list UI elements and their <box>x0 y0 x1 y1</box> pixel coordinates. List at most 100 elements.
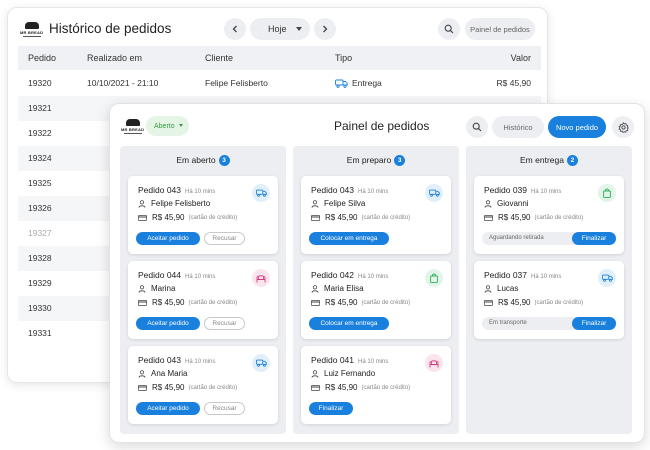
history-button[interactable]: Histórico <box>492 116 544 138</box>
order-price: R$ 45,90 (cartão de crédito) <box>311 213 410 222</box>
next-day-button[interactable] <box>314 18 336 40</box>
row-order: 19320 <box>28 78 52 88</box>
row-order: 19327 <box>28 228 52 238</box>
pickup-type-badge <box>425 269 443 287</box>
send-to-delivery-button[interactable]: Colocar em entrega <box>309 317 389 330</box>
table-row[interactable]: 19320 10/10/2021 - 21:10 Felipe Felisber… <box>18 71 541 96</box>
send-to-delivery-button[interactable]: Colocar em entrega <box>309 232 389 245</box>
row-order: 19329 <box>28 278 52 288</box>
order-card[interactable]: Pedido 043 Há 10 mins Felipe Silva R$ 45,… <box>301 176 451 254</box>
row-date: 10/10/2021 - 21:10 <box>87 78 159 88</box>
row-order: 19321 <box>28 103 52 113</box>
reject-order-button[interactable]: Recusar <box>204 402 245 415</box>
dine-in-icon <box>429 359 439 367</box>
accept-order-button[interactable]: Aceitar pedido <box>136 402 200 415</box>
previous-day-button[interactable] <box>224 18 246 40</box>
order-time: Há 10 mins <box>358 274 389 280</box>
user-icon <box>138 369 146 378</box>
dine-in-type-badge <box>425 354 443 372</box>
dine-in-type-badge <box>252 269 270 287</box>
accept-order-button[interactable]: Aceitar pedido <box>136 317 200 330</box>
col-type: Tipo <box>335 53 353 63</box>
column-title: Em aberto <box>176 155 216 165</box>
order-time: Há 10 mins <box>185 359 216 365</box>
order-time: Há 10 mins <box>531 189 562 195</box>
order-price: R$ 45,90 (cartão de crédito) <box>484 298 583 307</box>
customer-name: Felipe Felisberto <box>138 199 210 208</box>
count-badge: 3 <box>218 155 230 166</box>
finish-order-button[interactable]: Finalizar <box>309 402 353 415</box>
order-number: Pedido 044 Há 10 mins <box>138 270 216 280</box>
order-time: Há 10 mins <box>185 274 216 280</box>
count-badge: 2 <box>566 155 578 166</box>
search-button[interactable] <box>466 116 488 138</box>
order-price: R$ 45,90 (cartão de crédito) <box>484 213 583 222</box>
order-price: R$ 45,90 (cartão de crédito) <box>311 298 410 307</box>
orders-panel-window: MR BREAD Aberto Painel de pedidos Histór… <box>109 103 645 443</box>
page-title: Histórico de pedidos <box>49 21 172 36</box>
reject-order-button[interactable]: Recusar <box>204 317 245 330</box>
customer-name: Giovanni <box>484 199 529 208</box>
order-card[interactable]: Pedido 042 Há 10 mins Maria Elisa R$ 45,9… <box>301 261 451 339</box>
accept-order-button[interactable]: Aceitar pedido <box>136 232 200 245</box>
order-time: Há 10 mins <box>358 359 389 365</box>
settings-button[interactable] <box>612 116 634 138</box>
order-number: Pedido 043 Há 10 mins <box>138 355 216 365</box>
row-order: 19330 <box>28 303 52 313</box>
order-card[interactable]: Pedido 043 Há 10 mins Ana Maria R$ 45,90(… <box>128 346 278 424</box>
caret-down-icon <box>296 27 302 31</box>
row-type: Entrega <box>335 71 382 96</box>
brand-logo: MR BREAD <box>20 22 43 37</box>
delivery-type-badge <box>425 184 443 202</box>
row-order: 19331 <box>28 328 52 338</box>
customer-name: Lucas <box>484 284 518 293</box>
delivery-icon <box>255 359 267 367</box>
delivery-icon <box>255 189 267 197</box>
order-card[interactable]: Pedido 041 Há 10 mins Luiz Fernando R$ 45… <box>301 346 451 424</box>
order-card[interactable]: Pedido 043 Há 10 mins Felipe Felisberto R… <box>128 176 278 254</box>
orders-panel-button[interactable]: Painel de pedidos <box>465 18 535 40</box>
payment-card-icon <box>138 299 147 306</box>
order-card[interactable]: Pedido 044 Há 10 mins Marina R$ 45,90 (car… <box>128 261 278 339</box>
row-value: R$ 45,90 <box>496 78 532 88</box>
caret-down-icon <box>179 124 183 127</box>
pickup-bag-icon <box>603 188 611 198</box>
customer-name: Marina <box>138 284 175 293</box>
search-button[interactable] <box>438 18 460 40</box>
payment-card-icon <box>311 299 320 306</box>
date-filter-select[interactable]: Hoje <box>250 18 310 40</box>
row-client: Felipe Felisberto <box>205 78 268 88</box>
col-date: Realizado em <box>87 53 143 63</box>
order-price: R$ 45,90 (cartão de crédito) <box>138 383 237 392</box>
order-number: Pedido 043 Há 10 mins <box>311 185 389 195</box>
order-number: Pedido 037 Há 10 mins <box>484 270 562 280</box>
row-order: 19324 <box>28 153 52 163</box>
status-filter-select[interactable]: Aberto <box>146 116 189 136</box>
delivery-icon <box>335 79 348 89</box>
order-card[interactable]: Pedido 037 Há 10 mins Lucas R$ 45,90 (cart… <box>474 261 624 339</box>
reject-order-button[interactable]: Recusar <box>204 232 245 245</box>
col-value: Valor <box>510 53 531 63</box>
order-time: Há 10 mins <box>358 189 389 195</box>
table-header: Pedido Realizado em Cliente Tipo Valor <box>18 46 541 70</box>
order-card[interactable]: Pedido 039 Há 10 mins Giovanni R$ 45,90 (c… <box>474 176 624 254</box>
new-order-button[interactable]: Novo pedido <box>548 116 606 138</box>
row-order: 19322 <box>28 128 52 138</box>
order-number: Pedido 041 Há 10 mins <box>311 355 389 365</box>
payment-card-icon <box>138 214 147 221</box>
brand-logo: MR BREAD <box>121 119 144 134</box>
column-preparing: Em preparo 3 Pedido 043 Há 10 mins Felipe … <box>293 146 459 434</box>
page-title: Painel de pedidos <box>334 119 430 133</box>
finish-order-button[interactable]: Finalizar <box>572 317 616 330</box>
payment-card-icon <box>484 299 493 306</box>
chevron-right-icon <box>323 25 328 33</box>
gear-icon <box>618 121 629 133</box>
row-order: 19326 <box>28 203 52 213</box>
order-number: Pedido 043 Há 10 mins <box>138 185 216 195</box>
column-delivering: Em entrega 2 Pedido 039 Há 10 mins Giovann… <box>466 146 632 434</box>
finish-order-button[interactable]: Finalizar <box>572 232 616 245</box>
column-title: Em preparo <box>346 155 392 165</box>
pickup-bag-icon <box>430 273 438 283</box>
dine-in-icon <box>256 274 266 282</box>
status-filter-value: Aberto <box>154 122 175 130</box>
